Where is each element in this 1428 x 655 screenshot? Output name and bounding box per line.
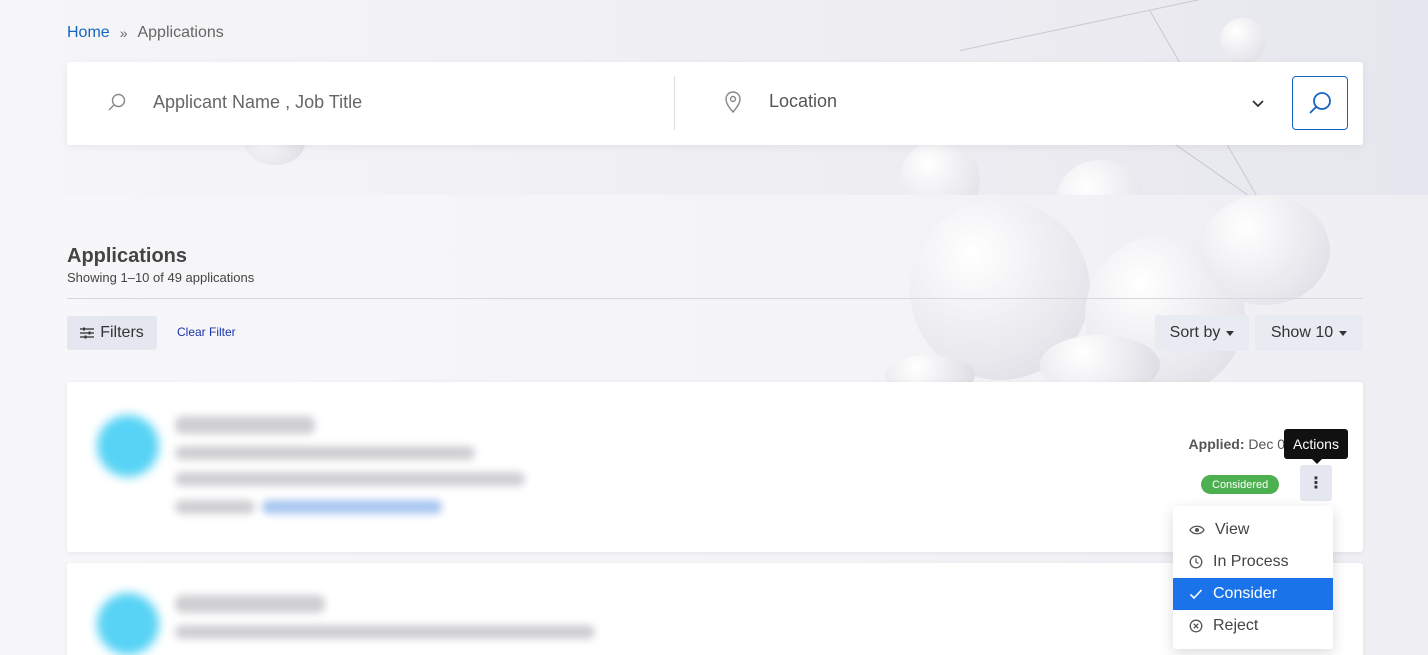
search-divider xyxy=(674,76,675,130)
search-icon xyxy=(1309,92,1331,114)
caret-down-icon xyxy=(1339,330,1348,336)
chevron-down-icon[interactable] xyxy=(1251,96,1265,114)
applied-date: Applied: Dec 0 xyxy=(1189,436,1285,452)
location-pin-icon xyxy=(723,90,743,119)
redacted-detail xyxy=(175,446,475,460)
actions-tooltip: Actions xyxy=(1284,429,1348,464)
sort-by-dropdown[interactable]: Sort by xyxy=(1155,315,1249,351)
breadcrumb-home-link[interactable]: Home xyxy=(67,24,110,42)
application-card[interactable]: Applied: Dec 0 Considered ⋮ xyxy=(67,382,1363,552)
clock-icon xyxy=(1189,555,1203,569)
keyword-search-input[interactable] xyxy=(153,86,653,118)
status-badge: Considered xyxy=(1201,475,1280,494)
clear-filter-link[interactable]: Clear Filter xyxy=(177,325,236,339)
page-size-label: Show 10 xyxy=(1270,324,1334,341)
menu-item-in-process[interactable]: In Process xyxy=(1173,546,1333,578)
menu-item-label: View xyxy=(1215,521,1250,538)
search-bar: Location xyxy=(67,62,1363,145)
divider xyxy=(67,298,1363,299)
actions-dropdown-menu: View In Process Consider Reject xyxy=(1173,506,1333,649)
application-card[interactable] xyxy=(67,563,1363,655)
sliders-icon xyxy=(80,327,95,339)
decorative-bubble xyxy=(1200,195,1330,305)
avatar xyxy=(97,593,159,655)
avatar xyxy=(97,415,159,477)
search-icon xyxy=(107,92,127,117)
menu-item-label: Reject xyxy=(1213,617,1259,634)
menu-item-label: In Process xyxy=(1213,553,1289,570)
eye-icon xyxy=(1189,525,1205,535)
page-size-dropdown[interactable]: Show 10 xyxy=(1255,315,1363,351)
breadcrumb-separator: » xyxy=(119,25,128,41)
page-title: Applications xyxy=(67,245,188,267)
redacted-name xyxy=(175,416,315,434)
menu-item-label: Consider xyxy=(1213,585,1278,602)
actions-menu-button[interactable]: ⋮ xyxy=(1300,465,1332,501)
decorative-bubble xyxy=(900,140,980,200)
caret-down-icon xyxy=(1226,330,1235,336)
applied-label: Applied: xyxy=(1188,436,1245,452)
redacted-link xyxy=(262,500,442,514)
redacted-detail xyxy=(175,472,525,486)
decorative-line xyxy=(960,0,1215,51)
decorative-line xyxy=(1169,140,1351,200)
filters-label: Filters xyxy=(100,324,144,341)
menu-item-consider[interactable]: Consider xyxy=(1173,578,1333,610)
redacted-detail xyxy=(175,500,255,514)
decorative-bubble xyxy=(1055,160,1145,200)
results-summary: Showing 1–10 of 49 applications xyxy=(67,270,255,285)
location-select[interactable]: Location xyxy=(769,91,837,112)
filters-button[interactable]: Filters xyxy=(67,316,157,350)
applied-date-value: Dec 0 xyxy=(1248,436,1285,452)
sort-by-label: Sort by xyxy=(1169,324,1221,341)
redacted-detail xyxy=(175,625,595,639)
check-icon xyxy=(1189,589,1203,600)
breadcrumb: Home » Applications xyxy=(67,24,224,42)
decorative-bubble xyxy=(1220,18,1266,64)
section-background xyxy=(0,195,1428,385)
redacted-name xyxy=(175,595,325,613)
x-circle-icon xyxy=(1189,619,1203,633)
breadcrumb-current: Applications xyxy=(137,24,224,41)
menu-item-view[interactable]: View xyxy=(1173,514,1333,546)
menu-item-reject[interactable]: Reject xyxy=(1173,610,1333,642)
search-button[interactable] xyxy=(1292,76,1348,130)
